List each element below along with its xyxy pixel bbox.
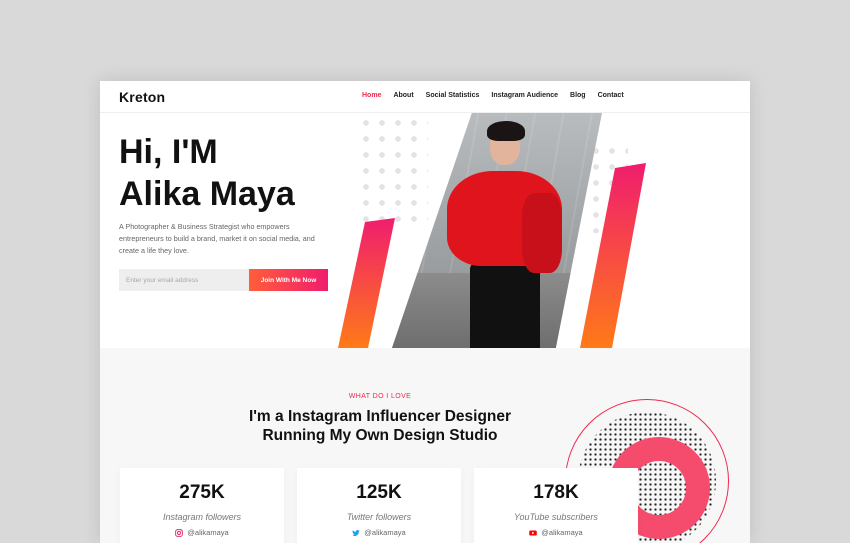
stat-card-twitter: 125K Twitter followers @alikamaya xyxy=(297,468,461,543)
stat-card-youtube: 178K YouTube subscribers @alikamaya xyxy=(474,468,638,543)
nav-instagram-audience[interactable]: Instagram Audience xyxy=(491,92,558,99)
nav-about[interactable]: About xyxy=(393,92,413,99)
stat-card-instagram: 275K Instagram followers @alikamaya xyxy=(120,468,284,543)
stat-handle[interactable]: @alikamaya xyxy=(120,528,284,537)
main-nav: Home About Social Statistics Instagram A… xyxy=(362,92,636,99)
nav-blog[interactable]: Blog xyxy=(570,92,586,99)
hero-title-line-2: Alika Maya xyxy=(119,175,295,213)
dot-pattern-left xyxy=(358,115,428,225)
stat-handle[interactable]: @alikamaya xyxy=(474,528,638,537)
nav-contact[interactable]: Contact xyxy=(598,92,624,99)
headline-line-1: I'm a Instagram Influencer Designer xyxy=(248,408,512,425)
stat-handle-text: @alikamaya xyxy=(541,528,583,537)
nav-social-statistics[interactable]: Social Statistics xyxy=(426,92,480,99)
youtube-icon xyxy=(529,529,538,536)
browser-frame: Kreton Home About Social Statistics Inst… xyxy=(100,81,750,543)
stat-value: 125K xyxy=(356,482,402,503)
twitter-icon xyxy=(352,529,360,536)
instagram-icon xyxy=(175,528,184,537)
site-logo[interactable]: Kreton xyxy=(119,89,165,105)
site-header: Kreton Home About Social Statistics Inst… xyxy=(100,81,750,113)
section-headline: I'm a Instagram Influencer Designer Runn… xyxy=(100,407,660,445)
hero-title-line-1: Hi, I'M xyxy=(119,133,218,171)
gradient-stripe-right xyxy=(580,163,646,348)
stat-label: Instagram followers xyxy=(162,512,242,522)
headline-line-2: Running My Own Design Studio xyxy=(262,427,498,444)
hero-title: Hi, I'M Alika Maya xyxy=(119,131,295,215)
join-button[interactable]: Join With Me Now xyxy=(249,269,328,291)
stat-handle-text: @alikamaya xyxy=(187,528,229,537)
gradient-stripe-left xyxy=(338,218,395,348)
hero-description: A Photographer & Business Strategist who… xyxy=(119,222,315,255)
hero-section: Hi, I'M Alika Maya A Photographer & Busi… xyxy=(100,113,750,348)
stats-section: WHAT DO I LOVE I'm a Instagram Influence… xyxy=(100,348,750,543)
stat-label: YouTube subscribers xyxy=(514,512,598,522)
nav-home[interactable]: Home xyxy=(362,92,381,99)
stat-value: 178K xyxy=(533,482,579,503)
stat-value: 275K xyxy=(179,482,225,503)
email-input[interactable] xyxy=(119,269,249,291)
stat-label: Twitter followers xyxy=(346,512,412,522)
section-eyebrow: WHAT DO I LOVE xyxy=(348,393,412,400)
stat-handle-text: @alikamaya xyxy=(364,528,406,537)
decorative-inner-dots xyxy=(633,462,685,514)
stat-handle[interactable]: @alikamaya xyxy=(297,528,461,537)
